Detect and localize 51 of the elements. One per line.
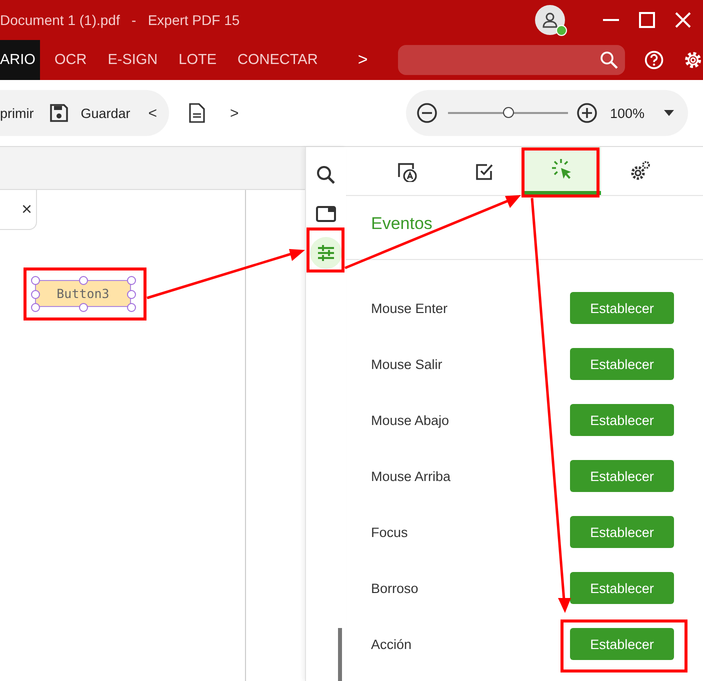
ribbon-tab[interactable]: OCR [45,40,96,80]
slider-thumb[interactable] [503,106,514,118]
more-tabs-arrow[interactable]: > [358,50,368,70]
save-label[interactable]: Guardar [80,106,130,120]
search-icon [315,164,337,186]
next-arrow[interactable]: > [230,104,239,122]
close-tab[interactable]: × [0,190,37,230]
sliders-tool[interactable] [310,237,342,269]
ribbon-tab[interactable]: CONECTAR [228,40,327,80]
ribbon-tab[interactable]: E-SIGN [98,40,167,80]
caret-icon[interactable] [664,110,674,116]
set-button[interactable]: Establecer [570,516,674,548]
section-heading: Eventos [371,214,432,234]
event-label: Focus [371,524,408,540]
set-button[interactable]: Establecer [570,572,674,604]
set-button[interactable]: Establecer [570,460,674,492]
event-label: Mouse Arriba [371,468,451,484]
save-icon[interactable] [48,103,69,123]
event-label: Mouse Enter [371,300,448,316]
text-field-icon [395,160,417,182]
event-label: Borroso [371,580,418,596]
event-label: Mouse Abajo [371,412,450,428]
set-button[interactable]: Establecer [570,404,674,436]
sliders-icon [315,242,337,264]
person-icon [541,11,559,29]
zoom-in-icon[interactable] [576,102,598,124]
event-label: Acción [371,636,412,652]
scrollbar[interactable] [338,628,342,681]
ribbon-tab[interactable]: LOTE [170,40,226,80]
help-icon[interactable] [644,49,664,71]
set-button[interactable]: Establecer [570,348,674,380]
zoom-value[interactable]: 100% [610,106,645,120]
event-label: Mouse Salir [371,356,442,372]
ribbon-tab[interactable]: ARIO [0,40,40,80]
settings-icon[interactable] [682,49,703,71]
panel-icon [315,203,337,225]
user-avatar[interactable] [535,5,565,35]
zoom-out-icon[interactable] [416,102,438,124]
window-title: Document 1 (1).pdf - Expert PDF 15 [0,12,240,28]
highlight-frame [306,228,344,272]
print-label[interactable]: primir [0,106,34,120]
close-icon[interactable] [673,10,693,30]
search-field[interactable] [398,45,625,75]
maximize-icon[interactable] [637,10,657,30]
set-button[interactable]: Establecer [570,628,674,660]
click-icon [551,158,573,180]
document-icon[interactable] [188,103,206,123]
search-icon [598,50,619,70]
set-button[interactable]: Establecer [570,292,674,324]
gears-icon [629,160,651,182]
previous-arrow[interactable]: < [148,104,157,122]
